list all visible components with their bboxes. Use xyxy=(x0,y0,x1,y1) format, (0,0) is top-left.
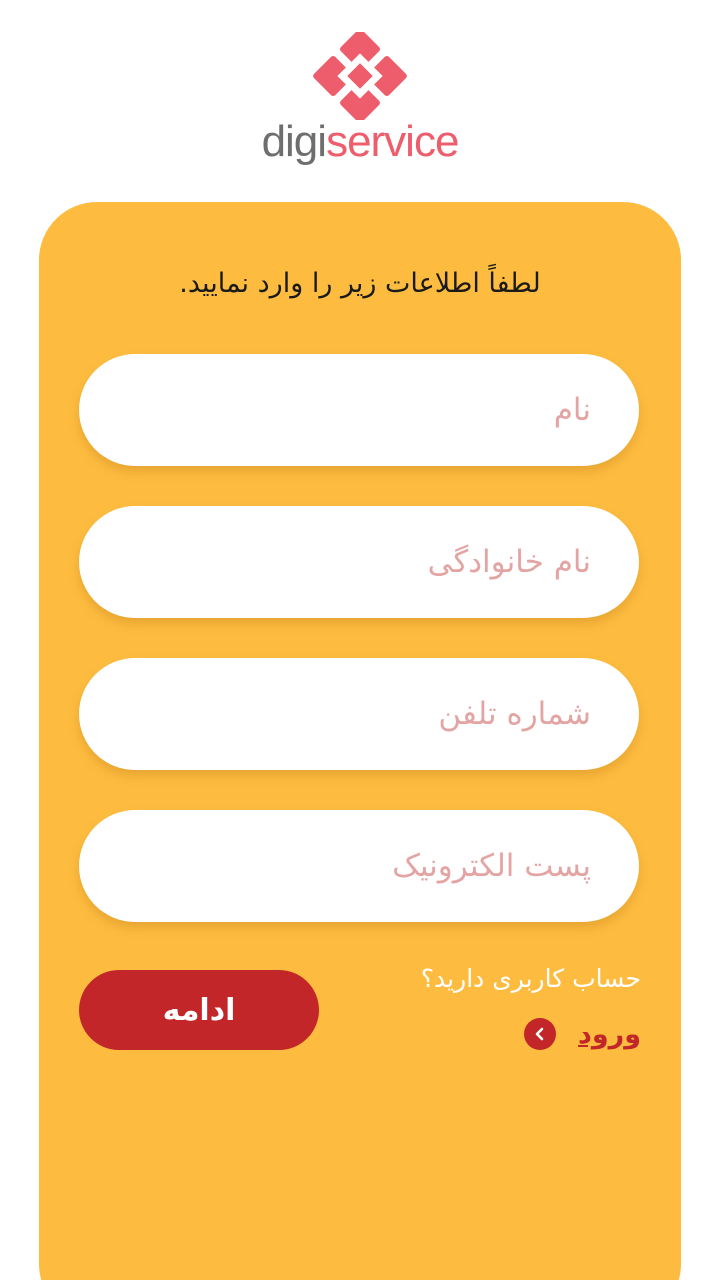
logo-mark-icon xyxy=(313,32,407,120)
brand-logo: digiservice xyxy=(0,28,720,178)
continue-button[interactable]: ادامه xyxy=(79,970,319,1050)
first-name-placeholder: نام xyxy=(553,392,591,428)
chevron-left-icon[interactable] xyxy=(524,1018,557,1050)
first-name-field[interactable]: نام xyxy=(79,354,639,466)
register-screen: digiservice لطفاً اطلاعات زیر را وارد نم… xyxy=(0,0,720,1280)
last-name-field[interactable]: نام خانوادگی xyxy=(79,506,639,618)
phone-placeholder: شماره تلفن xyxy=(438,696,591,732)
phone-field[interactable]: شماره تلفن xyxy=(79,658,639,770)
last-name-placeholder: نام خانوادگی xyxy=(427,544,591,580)
brand-name-digi: digi xyxy=(261,117,327,166)
email-field[interactable]: پست الکترونیک xyxy=(79,810,639,922)
instruction-text: لطفاً اطلاعات زیر را وارد نمایید. xyxy=(179,268,541,299)
email-placeholder: پست الکترونیک xyxy=(392,848,591,884)
brand-wordmark: digiservice xyxy=(0,114,720,170)
registration-card: لطفاً اطلاعات زیر را وارد نمایید. نام نا… xyxy=(39,202,681,1280)
login-link[interactable]: ورود xyxy=(578,1019,641,1050)
login-link-row[interactable]: ورود xyxy=(524,1018,641,1050)
have-account-text: حساب کاربری دارید؟ xyxy=(420,964,641,993)
brand-name-service: service xyxy=(326,117,459,166)
